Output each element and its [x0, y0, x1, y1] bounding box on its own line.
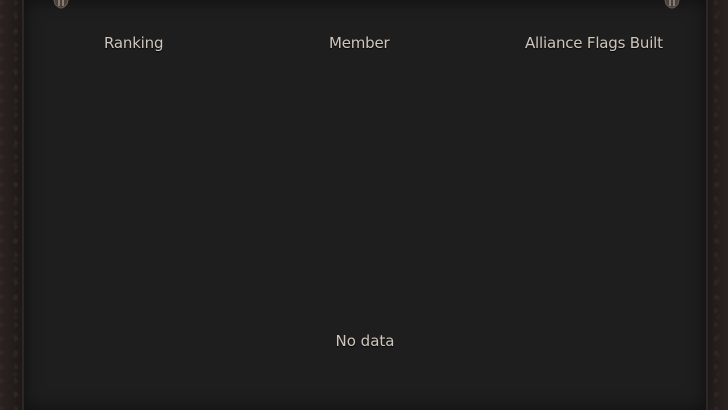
column-header-member: Member — [329, 34, 390, 52]
column-header-alliance-flags-built: Alliance Flags Built — [525, 34, 663, 52]
empty-state-message: No data — [335, 332, 395, 350]
frame-ornament-icon — [664, 0, 680, 9]
frame-ornament-icon — [53, 0, 69, 9]
ranking-panel: Ranking Member Alliance Flags Built No d… — [22, 0, 708, 410]
column-header-ranking: Ranking — [104, 34, 164, 52]
table-header: Ranking Member Alliance Flags Built — [24, 34, 706, 56]
window-frame: Ranking Member Alliance Flags Built No d… — [0, 0, 728, 410]
